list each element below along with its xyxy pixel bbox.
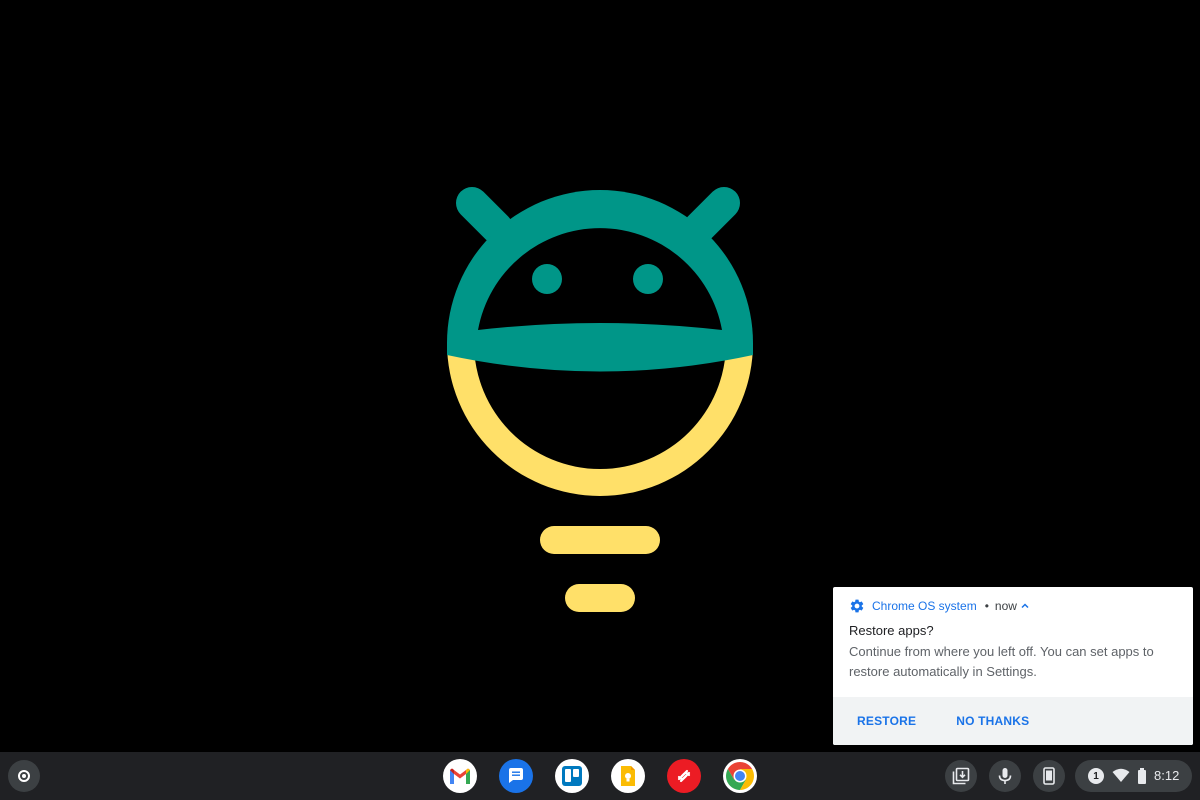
keep-icon: [621, 766, 635, 786]
phone-icon: [1043, 767, 1055, 785]
dictation-button[interactable]: [989, 760, 1021, 792]
left-antenna: [456, 187, 513, 244]
shelf-app-keep[interactable]: [611, 759, 645, 793]
notification-separator: •: [984, 599, 989, 613]
right-antenna: [683, 187, 740, 244]
wifi-icon: [1112, 768, 1130, 782]
notification-app-name: Chrome OS system: [872, 599, 977, 613]
gmail-icon: [450, 768, 470, 784]
notification-counter: 1: [1088, 768, 1104, 784]
desktop: Chrome OS system • now Restore apps? Con…: [0, 0, 1200, 800]
notification-title: Restore apps?: [849, 623, 934, 638]
launcher-circle-icon: [18, 770, 30, 782]
notification-body: Continue from where you left off. You ca…: [849, 644, 1154, 679]
base-bar-bottom: [565, 584, 635, 612]
shelf-app-trello[interactable]: [555, 759, 589, 793]
base-bar-top: [540, 526, 660, 554]
shelf-app-messages[interactable]: [499, 759, 533, 793]
mic-icon: [998, 768, 1012, 784]
no-thanks-button[interactable]: NO THANKS: [948, 706, 1037, 736]
right-eye: [633, 264, 663, 294]
chrome-icon: [726, 762, 754, 790]
authy-icon: [677, 769, 691, 783]
holding-space-icon: [952, 767, 970, 785]
battery-icon: [1138, 768, 1146, 784]
notification-time: now: [994, 599, 1017, 613]
shelf: 1 8:12: [0, 752, 1200, 800]
restore-button[interactable]: RESTORE: [849, 706, 924, 736]
clock: 8:12: [1154, 768, 1180, 783]
messages-icon: [509, 768, 523, 783]
launcher-button[interactable]: [8, 760, 40, 792]
left-eye: [532, 264, 562, 294]
notification-header: Chrome OS system • now: [849, 598, 1030, 614]
shelf-app-gmail[interactable]: [443, 759, 477, 793]
gear-icon: [849, 598, 865, 614]
holding-space-button[interactable]: [945, 760, 977, 792]
restore-apps-notification[interactable]: Chrome OS system • now Restore apps? Con…: [833, 587, 1193, 745]
phone-hub-button[interactable]: [1033, 760, 1065, 792]
shelf-app-authy[interactable]: [667, 759, 701, 793]
trello-icon: [562, 766, 582, 786]
chevron-up-icon[interactable]: [1020, 601, 1030, 611]
status-area[interactable]: 1 8:12: [1075, 760, 1192, 792]
shelf-app-chrome[interactable]: [723, 759, 757, 793]
notification-actions: RESTORE NO THANKS: [833, 697, 1193, 745]
